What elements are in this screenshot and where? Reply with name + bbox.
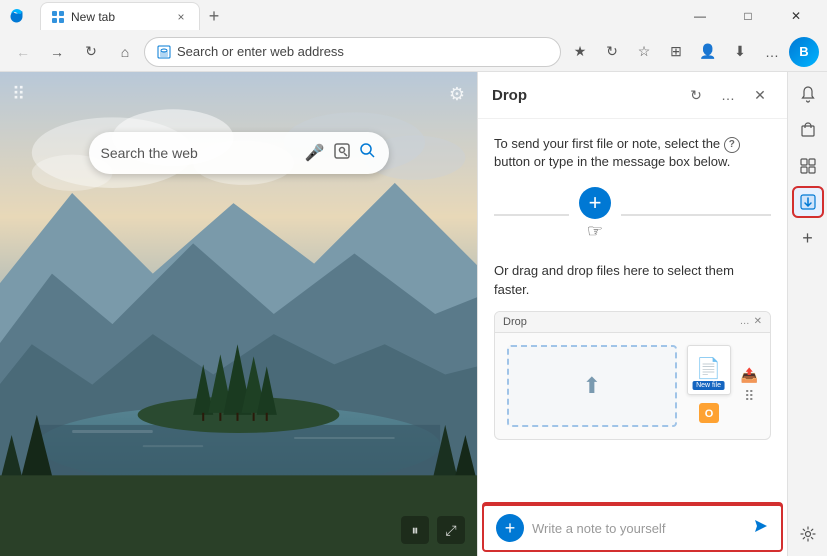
mini-upload-icon: ⬆	[583, 373, 601, 399]
minimize-button[interactable]: —	[677, 0, 723, 32]
drop-more-button[interactable]: …	[715, 82, 741, 108]
browser-controls	[8, 7, 26, 25]
expand-button[interactable]: ⤢	[437, 516, 465, 544]
help-circle-icon[interactable]: ?	[724, 137, 740, 153]
apps-grid-button[interactable]: ⠿	[12, 84, 25, 105]
search-bar[interactable]: Search the web 🎤	[89, 132, 389, 174]
downloads-button[interactable]: ⬇	[725, 37, 755, 67]
window-controls: — □ ✕	[677, 0, 819, 32]
home-button[interactable]: ⌂	[110, 37, 140, 67]
page-bottom-controls: ⏸ ⤢	[401, 516, 465, 544]
sidebar-add-button[interactable]: +	[792, 222, 824, 254]
drop-body: To send your first file or note, select …	[478, 119, 787, 500]
title-bar: New tab × + — □ ✕	[0, 0, 827, 32]
mini-orange-icon: O	[695, 399, 723, 427]
address-text[interactable]: Search or enter web address	[177, 44, 548, 59]
lock-icon	[157, 45, 171, 59]
browser-frame: New tab × + — □ ✕ ← → ↻ ⌂ Search or ente…	[0, 0, 827, 556]
nav-right-icons: ★ ↻ ☆ ⊞ 👤 ⬇ … B	[565, 37, 819, 67]
right-sidebar: +	[787, 72, 827, 556]
search-submit-icon[interactable]	[359, 142, 377, 165]
mini-word-file: 📄 New file	[687, 345, 731, 395]
drop-refresh-button[interactable]: ↻	[683, 82, 709, 108]
more-menu-button[interactable]: …	[757, 37, 787, 67]
sidebar-bell-button[interactable]	[792, 78, 824, 110]
bing-copilot-button[interactable]: B	[789, 37, 819, 67]
collections-button[interactable]: ⊞	[661, 37, 691, 67]
cursor-icon: ☞	[587, 221, 603, 242]
mini-drop-header: Drop … ✕	[495, 312, 770, 333]
tab-favicon	[51, 10, 65, 24]
note-add-button[interactable]: +	[496, 514, 524, 542]
drag-text: Or drag and drop files here to select th…	[494, 263, 734, 296]
browser-logo	[8, 7, 26, 25]
tab-title: New tab	[71, 10, 167, 24]
sidebar-bottom	[792, 518, 824, 550]
drop-instruction: To send your first file or note, select …	[494, 135, 771, 171]
drop-header: Drop ↻ … ✕	[478, 72, 787, 119]
new-tab-button[interactable]: +	[200, 2, 228, 30]
instruction-text2: button or type in the message box below.	[494, 154, 730, 169]
favorites-button[interactable]: ★	[565, 37, 595, 67]
page-top-right: ⚙	[449, 84, 465, 105]
search-placeholder: Search the web	[101, 145, 297, 161]
drop-panel: Drop ↻ … ✕ To send your first file or no…	[478, 72, 787, 556]
address-bar[interactable]: Search or enter web address	[144, 37, 561, 67]
new-file-label: New file	[692, 381, 725, 390]
page-top-left: ⠿	[12, 84, 25, 105]
forward-button[interactable]: →	[42, 37, 72, 67]
mini-files-area: 📄 New file O	[687, 345, 731, 427]
refresh-button[interactable]: ↻	[76, 37, 106, 67]
note-input-field[interactable]: Write a note to yourself	[532, 521, 745, 536]
sidebar-extensions-button[interactable]	[792, 150, 824, 182]
refresh-nav-button[interactable]: ↻	[597, 37, 627, 67]
close-button[interactable]: ✕	[773, 0, 819, 32]
profile-button[interactable]: 👤	[693, 37, 723, 67]
mini-dashed-drop-area[interactable]: ⬆	[507, 345, 677, 427]
drop-add-area: + ☞	[494, 187, 771, 242]
sidebar-settings-button[interactable]	[792, 518, 824, 550]
tab-strip: New tab × +	[32, 2, 671, 30]
back-button[interactable]: ←	[8, 37, 38, 67]
active-tab[interactable]: New tab ×	[40, 2, 200, 30]
navigation-bar: ← → ↻ ⌂ Search or enter web address ★ ↻ …	[0, 32, 827, 72]
svg-text:O: O	[704, 408, 713, 420]
drop-close-button[interactable]: ✕	[747, 82, 773, 108]
drop-title: Drop	[492, 87, 675, 104]
mini-drop-preview: Drop … ✕ ⬆	[494, 311, 771, 440]
maximize-button[interactable]: □	[725, 0, 771, 32]
favorites-star-button[interactable]: ☆	[629, 37, 659, 67]
mini-drop-title: Drop	[503, 316, 732, 328]
mini-drop-body: ⬆ 📄 New file	[495, 333, 770, 439]
instruction-text1: To send your first file or note, select …	[494, 136, 724, 151]
page-settings-button[interactable]: ⚙	[449, 84, 465, 105]
tab-close-btn[interactable]: ×	[173, 9, 189, 25]
mini-sidebar-apps-icon: ⠿	[744, 388, 754, 405]
mini-drop-header-icons: … ✕	[740, 316, 762, 327]
drag-drop-instruction: Or drag and drop files here to select th…	[494, 262, 771, 298]
mini-sidebar-drop-icon: 📤	[741, 367, 758, 384]
note-send-button[interactable]	[753, 518, 769, 539]
sidebar-shopping-button[interactable]	[792, 114, 824, 146]
voice-search-icon[interactable]: 🎤	[305, 143, 325, 163]
pause-button[interactable]: ⏸	[401, 516, 429, 544]
main-content: ⠿ ⚙ Search the web 🎤	[0, 72, 827, 556]
right-panel: Drop ↻ … ✕ To send your first file or no…	[477, 72, 787, 556]
drop-add-button[interactable]: +	[579, 187, 611, 219]
mini-side-icons: 📤 ⠿	[741, 345, 758, 427]
search-icons: 🎤	[305, 142, 377, 165]
sidebar-drop-button[interactable]	[792, 186, 824, 218]
new-tab-page: ⠿ ⚙ Search the web 🎤	[0, 72, 477, 556]
mini-more-icon[interactable]: …	[740, 316, 750, 327]
note-input-area[interactable]: + Write a note to yourself	[482, 504, 783, 552]
new-tab-search-area: Search the web 🎤	[89, 132, 389, 174]
mini-close-icon[interactable]: ✕	[754, 316, 762, 327]
visual-search-icon[interactable]	[333, 142, 351, 165]
drop-header-icons: ↻ … ✕	[683, 82, 773, 108]
